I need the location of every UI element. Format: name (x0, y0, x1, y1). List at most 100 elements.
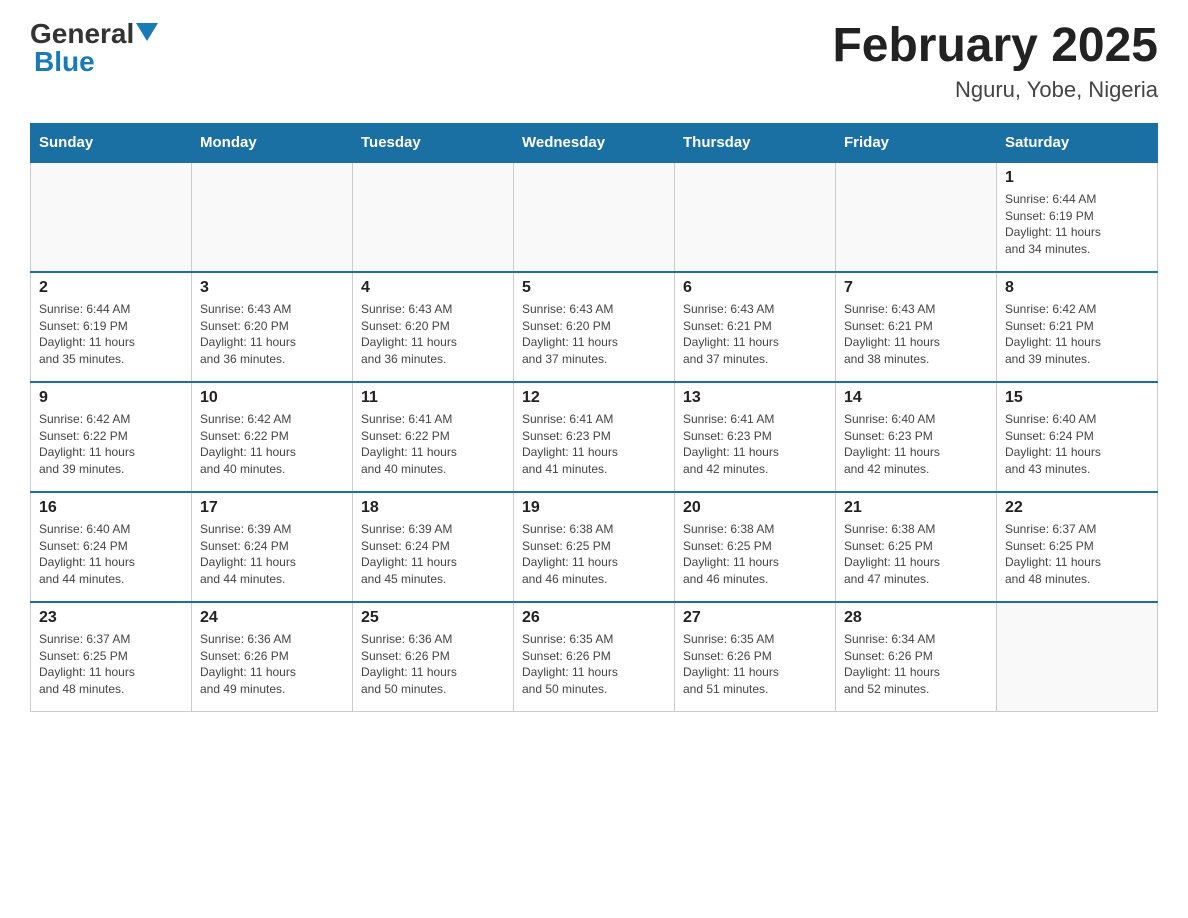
day-info: Sunrise: 6:37 AMSunset: 6:25 PMDaylight:… (1005, 521, 1149, 588)
day-info: Sunrise: 6:34 AMSunset: 6:26 PMDaylight:… (844, 631, 988, 698)
day-number: 1 (1005, 169, 1149, 187)
day-info: Sunrise: 6:43 AMSunset: 6:20 PMDaylight:… (522, 301, 666, 368)
day-info: Sunrise: 6:43 AMSunset: 6:21 PMDaylight:… (844, 301, 988, 368)
day-info: Sunrise: 6:43 AMSunset: 6:20 PMDaylight:… (200, 301, 344, 368)
calendar-cell (675, 162, 836, 272)
calendar-cell: 9 Sunrise: 6:42 AMSunset: 6:22 PMDaylight… (31, 382, 192, 492)
day-info: Sunrise: 6:42 AMSunset: 6:21 PMDaylight:… (1005, 301, 1149, 368)
calendar-subtitle: Nguru, Yobe, Nigeria (832, 77, 1158, 103)
week-row-3: 9 Sunrise: 6:42 AMSunset: 6:22 PMDaylight… (31, 382, 1158, 492)
day-info: Sunrise: 6:43 AMSunset: 6:20 PMDaylight:… (361, 301, 505, 368)
day-header-wednesday: Wednesday (514, 123, 675, 162)
calendar-table: SundayMondayTuesdayWednesdayThursdayFrid… (30, 123, 1158, 713)
calendar-cell: 4 Sunrise: 6:43 AMSunset: 6:20 PMDaylight… (353, 272, 514, 382)
day-number: 3 (200, 279, 344, 297)
header-row: SundayMondayTuesdayWednesdayThursdayFrid… (31, 123, 1158, 162)
calendar-cell: 10 Sunrise: 6:42 AMSunset: 6:22 PMDayligh… (192, 382, 353, 492)
calendar-cell (31, 162, 192, 272)
day-number: 20 (683, 499, 827, 517)
day-number: 25 (361, 609, 505, 627)
day-info: Sunrise: 6:43 AMSunset: 6:21 PMDaylight:… (683, 301, 827, 368)
day-number: 10 (200, 389, 344, 407)
day-info: Sunrise: 6:35 AMSunset: 6:26 PMDaylight:… (522, 631, 666, 698)
day-info: Sunrise: 6:40 AMSunset: 6:24 PMDaylight:… (1005, 411, 1149, 478)
calendar-cell: 14Sunrise: 6:40 AMSunset: 6:23 PMDayligh… (836, 382, 997, 492)
day-number: 9 (39, 389, 183, 407)
day-number: 17 (200, 499, 344, 517)
calendar-cell: 28 Sunrise: 6:34 AMSunset: 6:26 PMDayligh… (836, 602, 997, 712)
day-number: 19 (522, 499, 666, 517)
day-number: 6 (683, 279, 827, 297)
calendar-cell (353, 162, 514, 272)
calendar-cell: 21Sunrise: 6:38 AMSunset: 6:25 PMDayligh… (836, 492, 997, 602)
day-info: Sunrise: 6:41 AMSunset: 6:23 PMDaylight:… (522, 411, 666, 478)
day-info: Sunrise: 6:41 AMSunset: 6:22 PMDaylight:… (361, 411, 505, 478)
week-row-1: 1 Sunrise: 6:44 AMSunset: 6:19 PMDaylight… (31, 162, 1158, 272)
calendar-cell: 27 Sunrise: 6:35 AMSunset: 6:26 PMDayligh… (675, 602, 836, 712)
calendar-cell: 7 Sunrise: 6:43 AMSunset: 6:21 PMDaylight… (836, 272, 997, 382)
day-number: 13 (683, 389, 827, 407)
calendar-cell: 18Sunrise: 6:39 AMSunset: 6:24 PMDayligh… (353, 492, 514, 602)
day-header-sunday: Sunday (31, 123, 192, 162)
calendar-cell: 26Sunrise: 6:35 AMSunset: 6:26 PMDayligh… (514, 602, 675, 712)
logo-general-text: General (30, 20, 134, 48)
day-header-tuesday: Tuesday (353, 123, 514, 162)
day-header-thursday: Thursday (675, 123, 836, 162)
page-header: General Blue February 2025 Nguru, Yobe, … (30, 20, 1158, 103)
calendar-cell: 13 Sunrise: 6:41 AMSunset: 6:23 PMDayligh… (675, 382, 836, 492)
day-number: 18 (361, 499, 505, 517)
week-row-2: 2Sunrise: 6:44 AMSunset: 6:19 PMDaylight… (31, 272, 1158, 382)
day-number: 7 (844, 279, 988, 297)
week-row-5: 23 Sunrise: 6:37 AMSunset: 6:25 PMDayligh… (31, 602, 1158, 712)
day-info: Sunrise: 6:38 AMSunset: 6:25 PMDaylight:… (522, 521, 666, 588)
calendar-cell: 1 Sunrise: 6:44 AMSunset: 6:19 PMDaylight… (997, 162, 1158, 272)
day-number: 21 (844, 499, 988, 517)
calendar-cell: 8 Sunrise: 6:42 AMSunset: 6:21 PMDaylight… (997, 272, 1158, 382)
day-number: 4 (361, 279, 505, 297)
logo-blue-text: Blue (34, 48, 95, 76)
calendar-cell: 16Sunrise: 6:40 AMSunset: 6:24 PMDayligh… (31, 492, 192, 602)
day-info: Sunrise: 6:40 AMSunset: 6:23 PMDaylight:… (844, 411, 988, 478)
calendar-cell: 17 Sunrise: 6:39 AMSunset: 6:24 PMDayligh… (192, 492, 353, 602)
logo: General Blue (30, 20, 158, 76)
calendar-cell: 3 Sunrise: 6:43 AMSunset: 6:20 PMDaylight… (192, 272, 353, 382)
day-number: 22 (1005, 499, 1149, 517)
calendar-title: February 2025 (832, 20, 1158, 73)
calendar-cell: 20Sunrise: 6:38 AMSunset: 6:25 PMDayligh… (675, 492, 836, 602)
day-info: Sunrise: 6:42 AMSunset: 6:22 PMDaylight:… (39, 411, 183, 478)
calendar-cell: 11Sunrise: 6:41 AMSunset: 6:22 PMDayligh… (353, 382, 514, 492)
day-number: 27 (683, 609, 827, 627)
day-info: Sunrise: 6:36 AMSunset: 6:26 PMDaylight:… (200, 631, 344, 698)
day-header-friday: Friday (836, 123, 997, 162)
day-number: 8 (1005, 279, 1149, 297)
calendar-cell (836, 162, 997, 272)
day-number: 5 (522, 279, 666, 297)
calendar-cell: 24 Sunrise: 6:36 AMSunset: 6:26 PMDayligh… (192, 602, 353, 712)
day-number: 28 (844, 609, 988, 627)
day-info: Sunrise: 6:44 AMSunset: 6:19 PMDaylight:… (1005, 191, 1149, 258)
calendar-cell (514, 162, 675, 272)
day-number: 12 (522, 389, 666, 407)
day-header-monday: Monday (192, 123, 353, 162)
logo-arrow-icon (136, 23, 158, 41)
calendar-cell: 15Sunrise: 6:40 AMSunset: 6:24 PMDayligh… (997, 382, 1158, 492)
day-number: 16 (39, 499, 183, 517)
day-info: Sunrise: 6:39 AMSunset: 6:24 PMDaylight:… (200, 521, 344, 588)
day-info: Sunrise: 6:37 AMSunset: 6:25 PMDaylight:… (39, 631, 183, 698)
calendar-cell: 22 Sunrise: 6:37 AMSunset: 6:25 PMDayligh… (997, 492, 1158, 602)
title-section: February 2025 Nguru, Yobe, Nigeria (832, 20, 1158, 103)
day-number: 24 (200, 609, 344, 627)
day-info: Sunrise: 6:36 AMSunset: 6:26 PMDaylight:… (361, 631, 505, 698)
day-info: Sunrise: 6:41 AMSunset: 6:23 PMDaylight:… (683, 411, 827, 478)
day-info: Sunrise: 6:35 AMSunset: 6:26 PMDaylight:… (683, 631, 827, 698)
calendar-cell (997, 602, 1158, 712)
day-number: 23 (39, 609, 183, 627)
calendar-cell: 19 Sunrise: 6:38 AMSunset: 6:25 PMDayligh… (514, 492, 675, 602)
calendar-cell: 6 Sunrise: 6:43 AMSunset: 6:21 PMDaylight… (675, 272, 836, 382)
calendar-cell: 5 Sunrise: 6:43 AMSunset: 6:20 PMDaylight… (514, 272, 675, 382)
calendar-cell: 12 Sunrise: 6:41 AMSunset: 6:23 PMDayligh… (514, 382, 675, 492)
calendar-cell: 25 Sunrise: 6:36 AMSunset: 6:26 PMDayligh… (353, 602, 514, 712)
week-row-4: 16Sunrise: 6:40 AMSunset: 6:24 PMDayligh… (31, 492, 1158, 602)
day-header-saturday: Saturday (997, 123, 1158, 162)
day-info: Sunrise: 6:42 AMSunset: 6:22 PMDaylight:… (200, 411, 344, 478)
